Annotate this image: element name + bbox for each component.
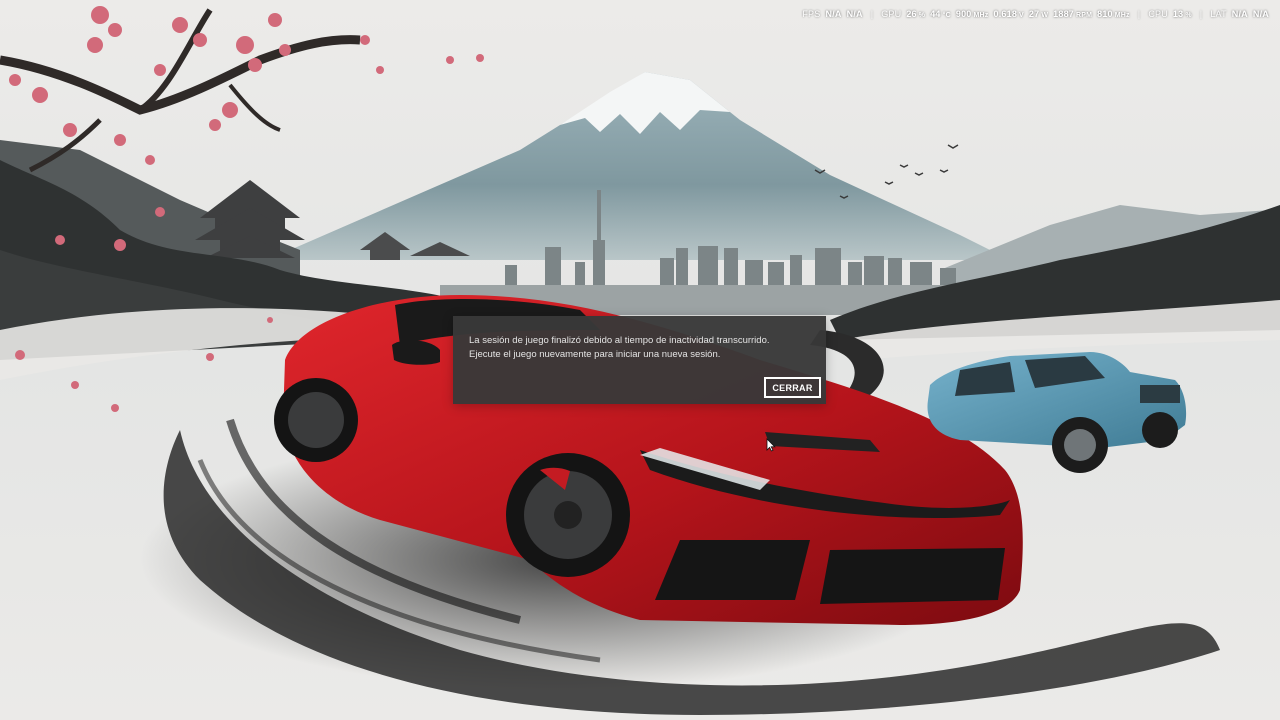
latency-value: N/A bbox=[1231, 9, 1248, 19]
gpu-voltage-value: 0.618 bbox=[993, 9, 1018, 19]
gpu-clock-unit: MHz bbox=[973, 12, 989, 19]
performance-overlay: FPS N/A N/A | GPU 26 % 44 °C 900 MHz 0.6… bbox=[802, 9, 1269, 19]
game-stream-screen: FPS N/A N/A | GPU 26 % 44 °C 900 MHz 0.6… bbox=[0, 0, 1280, 720]
cpu-usage-value: 13 bbox=[1172, 9, 1184, 19]
hud-separator: | bbox=[870, 9, 874, 19]
gpu-voltage-unit: V bbox=[1019, 12, 1024, 19]
session-ended-dialog: La sesión de juego finalizó debido al ti… bbox=[453, 316, 826, 404]
fps-value-secondary: N/A bbox=[846, 9, 863, 19]
gpu-mem-clock-unit: MHz bbox=[1114, 12, 1130, 19]
gpu-fan-unit: RPM bbox=[1075, 12, 1093, 19]
hud-separator: | bbox=[1137, 9, 1141, 19]
gpu-power-value: 27 bbox=[1028, 9, 1040, 19]
gpu-temp-unit: °C bbox=[942, 12, 951, 19]
cpu-label: CPU bbox=[1148, 9, 1168, 19]
hud-separator: | bbox=[1199, 9, 1203, 19]
gpu-usage-unit: % bbox=[918, 12, 926, 19]
gpu-clock-value: 900 bbox=[955, 9, 972, 19]
cpu-usage-unit: % bbox=[1185, 12, 1192, 19]
gpu-usage-value: 26 bbox=[906, 9, 917, 19]
gpu-mem-clock-value: 810 bbox=[1097, 9, 1113, 19]
gpu-label: GPU bbox=[881, 9, 902, 19]
gpu-power-unit: W bbox=[1041, 12, 1049, 19]
fps-label: FPS bbox=[802, 9, 821, 19]
mouse-cursor-icon bbox=[766, 438, 776, 452]
gpu-fan-value: 1887 bbox=[1053, 9, 1074, 19]
dialog-message-line-1: La sesión de juego finalizó debido al ti… bbox=[469, 335, 770, 346]
close-button[interactable]: CERRAR bbox=[764, 377, 821, 398]
latency-label: LAT bbox=[1210, 9, 1227, 19]
fps-value: N/A bbox=[825, 9, 842, 19]
dialog-message-line-2: Ejecute el juego nuevamente para iniciar… bbox=[469, 349, 721, 360]
dialog-message: La sesión de juego finalizó debido al ti… bbox=[469, 334, 810, 362]
gpu-temp-value: 44 bbox=[930, 9, 941, 19]
latency-value-secondary: N/A bbox=[1252, 9, 1269, 19]
